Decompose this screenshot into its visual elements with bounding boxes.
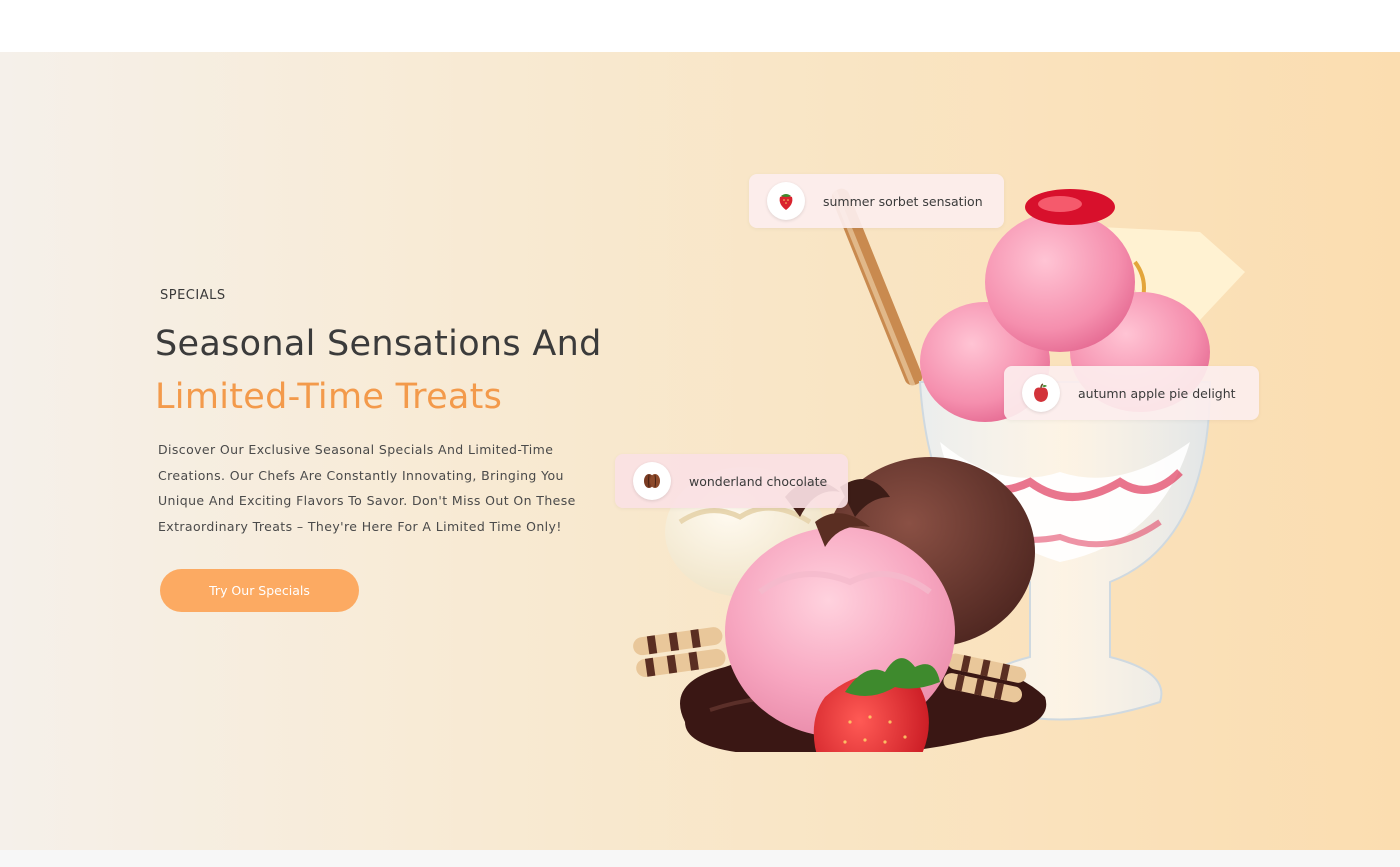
specials-hero-section: SPECIALS Seasonal Sensations And Limited… [0,52,1400,850]
section-description: Discover Our Exclusive Seasonal Specials… [158,442,576,534]
strawberry-icon [767,182,805,220]
section-eyebrow: SPECIALS [160,288,226,303]
try-specials-button[interactable]: Try Our Specials [160,569,359,612]
page-bottom-strip [0,850,1400,867]
cocoa-bean-icon [633,462,671,500]
tag-label: wonderland chocolate [689,473,828,489]
title-line-1: Seasonal Sensations And [155,324,602,364]
flavor-tag-autumn-apple[interactable]: autumn apple pie delight [1004,366,1259,420]
tag-label: autumn apple pie delight [1078,385,1236,401]
title-line-2-accent: Limited-Time Treats [155,377,503,417]
tag-label: summer sorbet sensation [823,193,983,209]
apple-icon [1022,374,1060,412]
flavor-tag-wonderland-chocolate[interactable]: wonderland chocolate [615,454,848,508]
top-header-bar [0,0,1400,52]
page-title: Seasonal Sensations And Limited-Time Tre… [155,318,602,424]
flavor-tag-summer-sorbet[interactable]: summer sorbet sensation [749,174,1004,228]
